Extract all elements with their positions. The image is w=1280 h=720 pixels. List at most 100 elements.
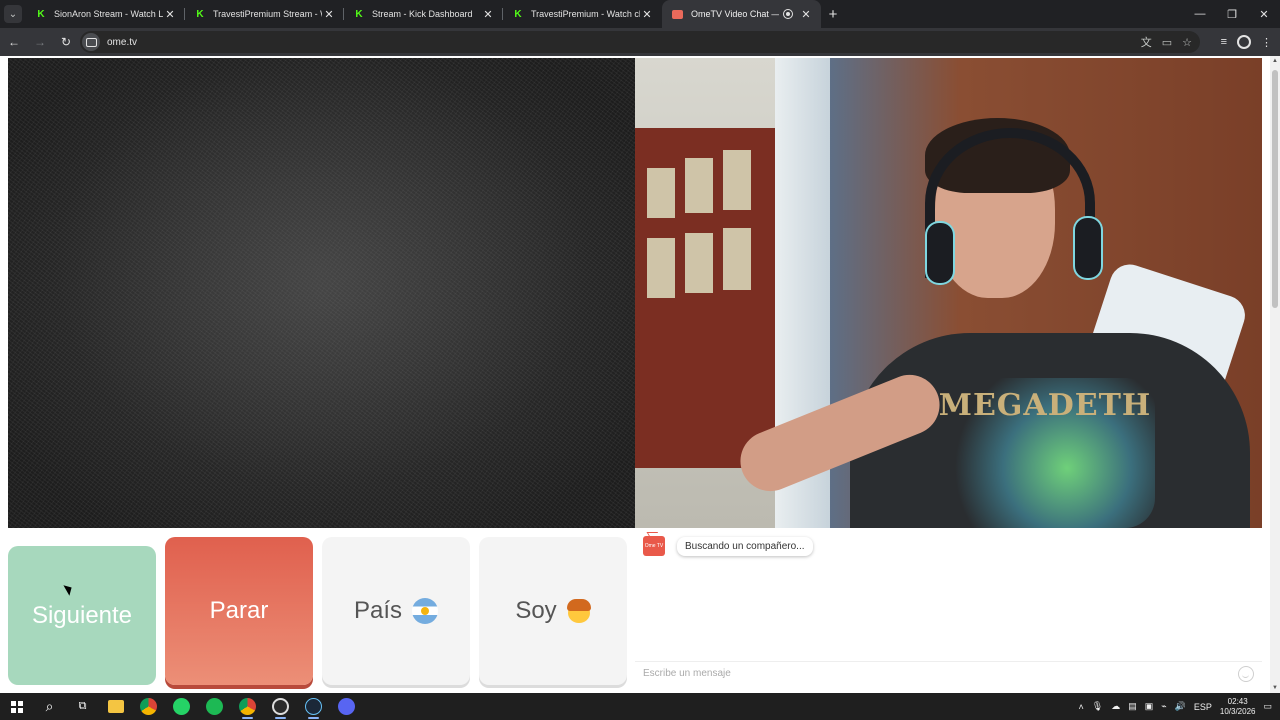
url-text: ome.tv: [107, 36, 138, 48]
webcam-shirt-text: MEGADETH: [938, 388, 1152, 423]
profile-avatar-icon[interactable]: [1237, 35, 1251, 49]
cloud-icon[interactable]: ☁: [1111, 701, 1120, 712]
close-icon[interactable]: ✕: [322, 8, 336, 21]
network-icon[interactable]: ▤: [1128, 701, 1137, 712]
scroll-down-icon[interactable]: ▼: [1270, 683, 1280, 693]
window-controls: — ❐ ✕: [1184, 0, 1280, 28]
close-icon[interactable]: ✕: [163, 8, 177, 21]
kick-icon: K: [37, 8, 45, 20]
vpn-icon[interactable]: ▣: [1145, 701, 1154, 712]
ometv-logo-icon: Ome TV: [643, 536, 665, 556]
message-input[interactable]: [635, 668, 1238, 679]
windows-taskbar: ⌕ ⧉ ˄ 🎙 ☁ ▤ ▣ ⌁ 🔊 ESP 02:43 10/3/2026 ▭: [0, 693, 1280, 720]
tab-title: SionAron Stream - Watch Live o: [54, 9, 163, 19]
chat-panel: Ome TV Buscando un compañero...: [635, 528, 1262, 685]
whatsapp-icon[interactable]: [165, 693, 198, 720]
search-icon[interactable]: ⌕: [33, 693, 66, 720]
page-content: MEGADETH Siguiente Parar País Soy Ome TV…: [0, 56, 1280, 693]
notifications-icon[interactable]: ▭: [1263, 701, 1272, 712]
headphone-right-ear: [1075, 218, 1101, 278]
webcam-window-pane: [647, 238, 675, 298]
more-menu-icon[interactable]: ⋮: [1261, 36, 1272, 49]
windows-logo: [10, 700, 23, 713]
tab-title: TravestiPremium Stream - Watc: [213, 9, 322, 19]
usb-icon[interactable]: ⌁: [1161, 701, 1166, 712]
tab-title: Stream - Kick Dashboard: [372, 9, 473, 19]
tab-sionaron[interactable]: K SionAron Stream - Watch Live o ✕: [26, 0, 185, 28]
chevron-up-icon[interactable]: ˄: [1079, 702, 1084, 712]
scroll-up-icon[interactable]: ▲: [1270, 56, 1280, 66]
tab-strip: ⌄ K SionAron Stream - Watch Live o ✕ K T…: [0, 0, 1280, 28]
chat-status-message: Buscando un compañero...: [677, 537, 813, 556]
clock-date: 10/3/2026: [1219, 706, 1256, 716]
argentina-flag-icon: [412, 598, 439, 624]
restore-icon[interactable]: ❐: [1216, 0, 1248, 28]
new-tab-button[interactable]: +: [821, 0, 845, 28]
address-bar[interactable]: ome.tv 文 ▭ ☆: [80, 31, 1200, 53]
tab-kick-dashboard[interactable]: K Stream - Kick Dashboard ✕: [344, 0, 503, 28]
close-window-icon[interactable]: ✕: [1248, 0, 1280, 28]
scrollbar-thumb[interactable]: [1272, 70, 1278, 308]
tab-title: OmeTV Video Chat — Ome: [691, 9, 779, 19]
close-icon[interactable]: ✕: [799, 8, 813, 21]
chevron-down-icon: ⌄: [4, 5, 22, 23]
tab-travesti-stream[interactable]: K TravestiPremium Stream - Watc ✕: [185, 0, 344, 28]
omnibox-actions: 文 ▭ ☆: [1141, 31, 1192, 53]
webcam-window-pane: [647, 168, 675, 218]
self-video: MEGADETH: [635, 58, 1262, 528]
boy-emoji-hair: [566, 599, 591, 611]
tab-ometv[interactable]: OmeTV Video Chat — Ome ✕: [662, 0, 821, 28]
page-scrollbar[interactable]: ▲ ▼: [1270, 56, 1280, 693]
webcam-window-pane: [685, 158, 713, 213]
tab-travesti-clips[interactable]: K TravestiPremium - Watch clips o ✕: [503, 0, 662, 28]
clock[interactable]: 02:43 10/3/2026: [1220, 697, 1256, 717]
site-info-icon[interactable]: [82, 33, 100, 51]
next-button[interactable]: Siguiente: [8, 546, 156, 685]
webcam-window-pane: [685, 233, 713, 293]
file-explorer-icon[interactable]: [99, 693, 132, 720]
tab-title: TravestiPremium - Watch clips o: [531, 9, 640, 19]
forward-icon[interactable]: →: [28, 30, 52, 54]
headphone-left-ear: [927, 223, 953, 283]
country-filter-button[interactable]: País: [322, 537, 470, 685]
obs-icon[interactable]: [264, 693, 297, 720]
discord-icon[interactable]: [330, 693, 363, 720]
kick-icon: K: [196, 8, 204, 20]
translate-icon[interactable]: 文: [1141, 34, 1152, 50]
media-controls-icon[interactable]: ≡: [1221, 36, 1227, 48]
cast-icon[interactable]: ▭: [1162, 36, 1172, 49]
volume-icon[interactable]: 🔊: [1175, 701, 1186, 712]
recording-icon: [783, 9, 793, 19]
remote-video: [8, 58, 635, 528]
bookmark-star-icon[interactable]: ☆: [1182, 36, 1192, 49]
kick-icon: K: [514, 8, 522, 20]
next-button-label: Siguiente: [31, 601, 133, 629]
close-icon[interactable]: ✕: [640, 8, 654, 21]
steam-icon[interactable]: [297, 693, 330, 720]
task-view-icon[interactable]: ⧉: [66, 693, 99, 720]
microphone-icon[interactable]: 🎙: [1092, 701, 1103, 712]
message-bar: [635, 661, 1262, 685]
ometv-icon: [672, 9, 683, 19]
system-tray: ˄ 🎙 ☁ ▤ ▣ ⌁ 🔊 ESP 02:43 10/3/2026 ▭: [1079, 693, 1280, 720]
stop-button-label: Parar: [209, 597, 269, 624]
back-icon[interactable]: ←: [2, 30, 26, 54]
minimize-icon[interactable]: —: [1184, 0, 1216, 28]
tab-search-button[interactable]: ⌄: [0, 0, 26, 28]
gender-filter-button[interactable]: Soy: [479, 537, 627, 685]
spotify-icon[interactable]: [198, 693, 231, 720]
chrome-icon[interactable]: [231, 693, 264, 720]
chrome-icon[interactable]: [132, 693, 165, 720]
keyboard-language[interactable]: ESP: [1194, 702, 1212, 712]
stop-button[interactable]: Parar: [165, 537, 313, 685]
webcam-window-pane: [723, 150, 751, 210]
reload-icon[interactable]: ↻: [54, 30, 78, 54]
windows-start-icon[interactable]: [0, 693, 33, 720]
close-icon[interactable]: ✕: [481, 8, 495, 21]
emoji-icon[interactable]: [1238, 665, 1254, 682]
country-button-label: País: [353, 597, 403, 624]
toolbar-actions: ≡ ⋮: [1221, 28, 1272, 56]
browser-toolbar: ← → ↻ ome.tv 文 ▭ ☆ ≡ ⋮: [0, 28, 1280, 56]
kick-icon: K: [355, 8, 363, 20]
gender-button-label: Soy: [515, 597, 557, 624]
